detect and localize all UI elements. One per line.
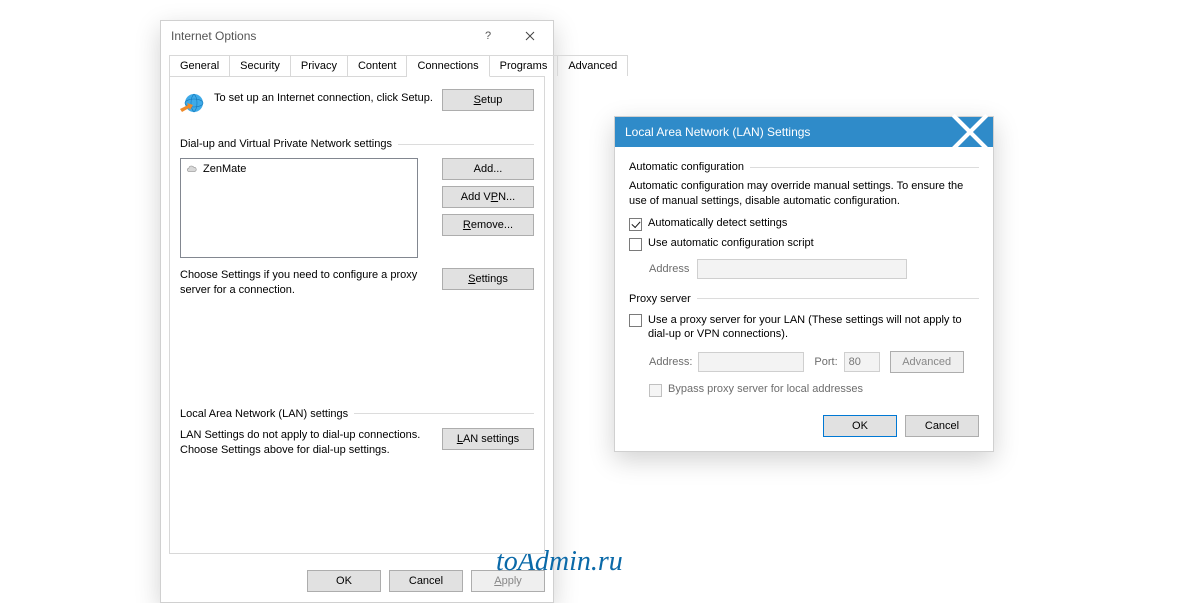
- window-title: Local Area Network (LAN) Settings: [625, 125, 949, 139]
- dialup-hint: Choose Settings if you need to configure…: [180, 268, 428, 298]
- add-vpn-button[interactable]: Add VPN...: [442, 186, 534, 208]
- list-item-label: ZenMate: [203, 163, 246, 175]
- bypass-proxy-checkbox: Bypass proxy server for local addresses: [629, 383, 979, 397]
- list-item[interactable]: ZenMate: [183, 161, 415, 177]
- auto-script-address-input: [697, 259, 907, 279]
- checkbox-icon: [629, 218, 642, 231]
- tab-programs[interactable]: Programs: [490, 55, 559, 76]
- internet-options-window: Internet Options ? General Security Priv…: [160, 20, 554, 603]
- cancel-button[interactable]: Cancel: [905, 415, 979, 437]
- tab-content[interactable]: Content: [348, 55, 408, 76]
- proxy-address-label: Address:: [649, 356, 692, 368]
- auto-config-hint: Automatic configuration may override man…: [629, 179, 979, 209]
- auto-script-checkbox[interactable]: Use automatic configuration script: [629, 237, 979, 251]
- help-button[interactable]: ?: [467, 22, 509, 50]
- titlebar[interactable]: Local Area Network (LAN) Settings: [615, 117, 993, 147]
- tab-connections[interactable]: Connections: [407, 55, 489, 77]
- dialup-listbox[interactable]: ZenMate: [180, 158, 418, 258]
- close-icon: [525, 31, 535, 41]
- close-button[interactable]: [509, 22, 551, 50]
- checkbox-icon: [629, 238, 642, 251]
- setup-button[interactable]: Setup: [442, 89, 534, 111]
- titlebar[interactable]: Internet Options ?: [161, 21, 553, 51]
- cloud-icon: [185, 162, 199, 176]
- dialog-buttons: OK Cancel Apply: [161, 562, 553, 602]
- proxy-port-label: Port:: [814, 356, 837, 368]
- auto-detect-checkbox[interactable]: Automatically detect settings: [629, 217, 979, 231]
- lan-group-label: Local Area Network (LAN) settings: [180, 408, 354, 420]
- proxy-group-label: Proxy server: [629, 293, 697, 305]
- proxy-use-checkbox[interactable]: Use a proxy server for your LAN (These s…: [629, 313, 979, 342]
- ok-button[interactable]: OK: [307, 570, 381, 592]
- lan-hint: LAN Settings do not apply to dial-up con…: [180, 428, 428, 458]
- auto-config-group-label: Automatic configuration: [629, 161, 750, 173]
- tab-advanced[interactable]: Advanced: [558, 55, 628, 76]
- tabs: General Security Privacy Content Connect…: [169, 55, 545, 76]
- settings-button[interactable]: Settings: [442, 268, 534, 290]
- checkbox-icon: [649, 384, 662, 397]
- lan-settings-window: Local Area Network (LAN) Settings Automa…: [614, 116, 994, 452]
- dialog-buttons: OK Cancel: [615, 397, 993, 451]
- tab-security[interactable]: Security: [230, 55, 291, 76]
- proxy-address-input: [698, 352, 804, 372]
- cancel-button[interactable]: Cancel: [389, 570, 463, 592]
- tab-panel-connections: To set up an Internet connection, click …: [169, 76, 545, 554]
- close-button[interactable]: [949, 118, 991, 146]
- checkbox-icon: [629, 314, 642, 327]
- globe-icon: [180, 91, 206, 117]
- advanced-button[interactable]: Advanced: [890, 351, 964, 373]
- lan-settings-button[interactable]: LAN settings: [442, 428, 534, 450]
- tab-general[interactable]: General: [169, 55, 230, 76]
- address-label: Address: [649, 263, 689, 275]
- proxy-port-input: [844, 352, 880, 372]
- window-title: Internet Options: [171, 29, 467, 43]
- dialup-group-label: Dial-up and Virtual Private Network sett…: [180, 138, 398, 150]
- ok-button[interactable]: OK: [823, 415, 897, 437]
- remove-button[interactable]: Remove...: [442, 214, 534, 236]
- close-icon: [949, 111, 991, 153]
- tab-privacy[interactable]: Privacy: [291, 55, 348, 76]
- setup-hint: To set up an Internet connection, click …: [210, 89, 442, 106]
- add-button[interactable]: Add...: [442, 158, 534, 180]
